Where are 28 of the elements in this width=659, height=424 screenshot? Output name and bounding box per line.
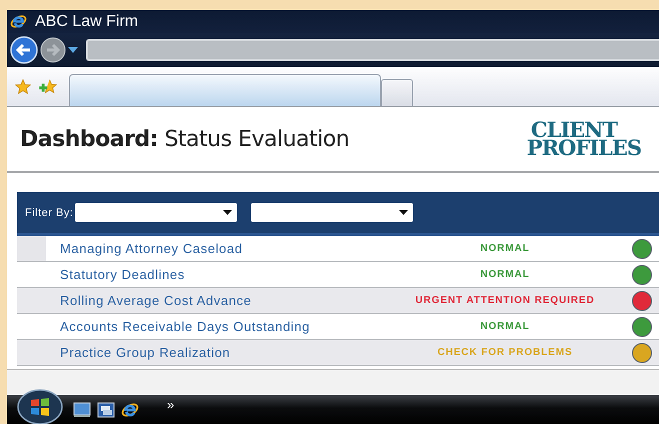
status-label: NORMAL xyxy=(479,321,531,332)
caret-icon xyxy=(399,210,408,215)
star-icon[interactable] xyxy=(15,78,31,94)
status-label: NORMAL xyxy=(479,269,531,280)
browser-icon xyxy=(10,13,27,30)
metric-link[interactable]: Practice Group Realization xyxy=(60,345,390,360)
desktop-icon[interactable] xyxy=(73,402,91,418)
metric-link[interactable]: Rolling Average Cost Advance xyxy=(60,293,390,308)
status-label: NORMAL xyxy=(479,243,531,254)
address-field[interactable] xyxy=(86,39,659,61)
page-title: Dashboard: Status Evaluation xyxy=(20,126,350,152)
add-favorite-icon[interactable] xyxy=(39,78,57,94)
forward-button[interactable] xyxy=(40,37,66,63)
browser-icon[interactable] xyxy=(121,400,139,418)
metric-link[interactable]: Accounts Receivable Days Outstanding xyxy=(60,319,390,334)
caret-icon xyxy=(223,210,232,215)
more-button[interactable]: » xyxy=(167,397,174,412)
filter-label: Filter By: xyxy=(25,206,74,218)
caret-icon[interactable] xyxy=(68,47,78,53)
back-button[interactable] xyxy=(10,36,38,64)
window-title: ABC Law Firm xyxy=(35,12,138,30)
brand-logo: CLIENT PROFILES xyxy=(526,121,641,157)
metric-link[interactable]: Statutory Deadlines xyxy=(60,267,390,282)
start-button[interactable] xyxy=(17,389,63,424)
status-label: CHECK FOR PROBLEMS xyxy=(436,347,574,358)
metric-link[interactable]: Managing Attorney Caseload xyxy=(60,241,390,256)
windows-icon[interactable] xyxy=(97,402,115,418)
status-label: URGENT ATTENTION REQUIRED xyxy=(414,295,596,306)
